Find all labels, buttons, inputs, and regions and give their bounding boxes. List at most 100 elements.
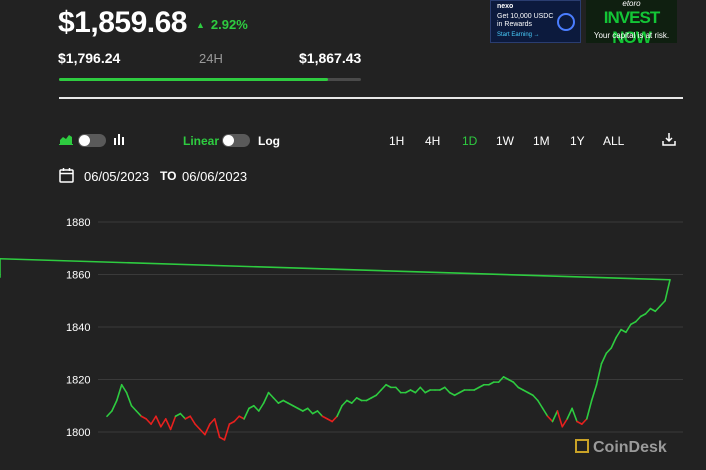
price-line-segment (238, 415, 245, 420)
price-line-segment (532, 394, 539, 402)
price-line-segment (160, 418, 167, 428)
price-line-segment (551, 410, 559, 423)
price-line-segment (130, 404, 138, 412)
price-line-segment (639, 313, 647, 318)
bar-chart-icon[interactable] (113, 133, 125, 145)
timeframe-1d[interactable]: 1D (462, 134, 477, 148)
price-line-segment (267, 391, 275, 399)
date-to-label: TO (160, 169, 177, 183)
price-line-segment (321, 415, 329, 420)
price-line-segment (179, 412, 187, 420)
price-line-segment (194, 423, 201, 431)
price-line-segment (527, 391, 534, 397)
price-line-segment (458, 389, 466, 394)
current-price: $1,859.68 (58, 6, 187, 39)
y-tick-label: 1880 (66, 217, 90, 229)
date-to[interactable]: 06/06/2023 (182, 169, 247, 184)
y-tick-label: 1860 (66, 270, 90, 282)
range-period: 24H (199, 51, 223, 66)
chart-type-toggle[interactable] (78, 134, 106, 147)
etoro-ad[interactable]: etoro INVEST NOW Your capital is at risk… (586, 0, 677, 47)
price-line-segment (478, 383, 485, 389)
price-line-segment (443, 386, 451, 394)
price-line-segment (331, 415, 338, 423)
price-line-segment (473, 386, 480, 391)
nexo-ad[interactable]: nexo Get 10,000 USDC in Rewards Start Ea… (490, 0, 581, 43)
price-line-segment (272, 397, 280, 404)
etoro-disclaimer: Your capital is at risk. (593, 31, 670, 40)
price-line-segment (248, 404, 255, 410)
price-line-segment (414, 386, 422, 394)
price-line-segment (561, 418, 568, 428)
scale-toggle[interactable] (222, 134, 250, 147)
price-line-segment (424, 389, 431, 394)
price-line-segment (336, 404, 343, 418)
log-scale-label[interactable]: Log (258, 134, 280, 148)
price-line-segment (145, 418, 152, 425)
price-line-segment (150, 415, 157, 425)
nexo-ad-cta[interactable]: Start Earning → (497, 32, 540, 38)
timeframe-1h[interactable]: 1H (389, 134, 404, 148)
change-percent: 2.92% (210, 17, 248, 32)
price-line-segment (120, 383, 128, 394)
price-line-segment (316, 410, 324, 418)
linear-scale-label[interactable]: Linear (183, 134, 219, 148)
up-triangle-icon: ▲ (196, 20, 205, 30)
usdc-coin-icon (557, 13, 575, 31)
header-divider (59, 97, 683, 99)
price-line-segment (581, 418, 588, 425)
price-line-segment (370, 394, 378, 399)
range-high: $1,867.43 (299, 50, 362, 66)
coindesk-watermark: CoinDesk (575, 438, 667, 457)
price-line-segment (297, 407, 304, 412)
price-line-segment (395, 386, 402, 394)
price-line-segment (125, 391, 133, 407)
price-line-segment (488, 381, 495, 386)
price-line-segment (326, 418, 334, 423)
price-line-segment (282, 399, 289, 404)
price-line-segment (595, 362, 603, 386)
timeframe-4h[interactable]: 4H (425, 134, 440, 148)
timeframe-all[interactable]: ALL (603, 134, 624, 148)
price-line-segment (537, 399, 544, 410)
price-line-segment (419, 386, 427, 394)
price-line-segment (355, 397, 363, 402)
price-line-segment (634, 315, 642, 323)
price-line-segment (306, 407, 314, 415)
y-tick-label: 1800 (66, 427, 90, 439)
price-line-segment (257, 402, 265, 412)
price-line-segment (111, 399, 118, 412)
download-icon[interactable] (662, 132, 676, 146)
price-line-segment (556, 410, 564, 428)
price-line-segment (517, 386, 524, 391)
price-line-segment (209, 418, 216, 425)
price-line-segment (439, 386, 446, 391)
price-line-segment (311, 410, 319, 415)
watermark-text: CoinDesk (593, 439, 667, 456)
price-line-segment (404, 389, 412, 394)
timeframe-1w[interactable]: 1W (496, 134, 514, 148)
price-line-segment (512, 381, 520, 389)
price-line-segment (115, 383, 123, 402)
price-line-segment (204, 423, 211, 436)
area-chart-icon[interactable] (59, 133, 73, 145)
timeframe-1y[interactable]: 1Y (570, 134, 585, 148)
price-line-segment (605, 347, 613, 355)
calendar-icon[interactable] (59, 167, 74, 183)
price-line-segment (659, 299, 666, 307)
price-line-segment (302, 407, 309, 412)
price-line-segment (566, 407, 573, 420)
timeframe-1m[interactable]: 1M (533, 134, 550, 148)
price-line-segment (576, 420, 583, 425)
price-line-segment (233, 415, 240, 423)
date-from[interactable]: 06/05/2023 (84, 169, 149, 184)
price-line-segment (610, 336, 617, 349)
price-line-segment (585, 399, 593, 420)
price-chart[interactable]: 1800 1820 1840 1860 1880 (0, 200, 706, 470)
price-line-segment (155, 415, 162, 428)
etoro-headline: INVEST NOW (603, 8, 660, 47)
price-line-segment (169, 415, 177, 431)
price-line-segment (590, 383, 598, 402)
coindesk-logo-icon (575, 439, 589, 453)
price-line-segment (213, 418, 221, 439)
